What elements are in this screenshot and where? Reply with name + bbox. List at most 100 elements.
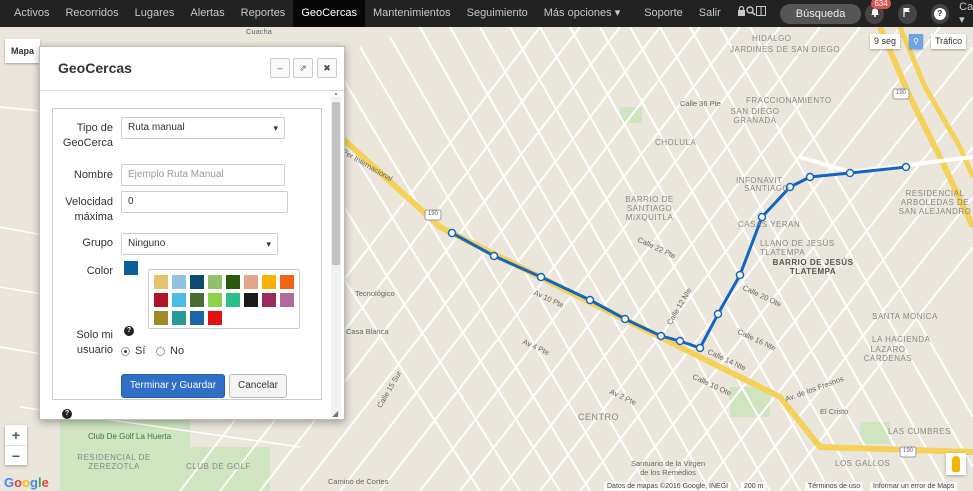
palette-color-6[interactable] [244,275,258,289]
label-santiago: SANTIAGO [744,184,790,193]
resize-handle[interactable]: ◢ [332,409,342,419]
nombre-label: Nombre [73,169,113,181]
label-casas-yeran: CASAS YERAN [738,220,801,229]
scroll-thumb[interactable] [332,102,340,265]
label-club-golf: CLUB DE GOLF [186,462,251,471]
palette-color-20[interactable] [208,311,222,325]
scroll-up-arrow[interactable]: ▲ [332,91,340,97]
pegman-icon [952,456,960,472]
velocidad-input[interactable]: 0 [121,191,288,213]
nombre-input[interactable]: Ejemplo Ruta Manual [121,164,285,186]
nav-seguimiento[interactable]: Seguimiento [459,0,536,27]
nav-activos[interactable]: Activos [0,0,57,27]
nav-mantenimientos[interactable]: Mantenimientos [365,0,459,27]
palette-color-18[interactable] [172,311,186,325]
flag-icon [902,7,912,20]
palette-color-17[interactable] [154,311,168,325]
dialog-body: Tipo de GeoCerca Ruta manual Nombre Ejem… [40,91,344,419]
dialog-scrollbar[interactable]: ▲ [331,91,341,415]
dialog-header[interactable]: GeoCercas – ⇗ ✖ [40,47,344,91]
notification-badge: 634 [871,0,891,9]
palette-color-5[interactable] [226,275,240,289]
palette-color-13[interactable] [226,293,240,307]
nav-lugares[interactable]: Lugares [127,0,183,27]
notifications-button[interactable]: 634 [865,0,891,24]
user-menu[interactable]: Cartografía ▾ [953,1,973,26]
grupo-select[interactable]: Ninguno [121,233,278,255]
label-centro: CENTRO [578,412,619,422]
search-icon[interactable] [746,0,756,27]
palette-color-11[interactable] [190,293,204,307]
label-san-diego-granada: SAN DIEGO GRANADA [730,107,780,125]
close-button[interactable]: ✖ [317,58,337,78]
solo-label: Solo mi usuario [76,329,113,356]
palette-color-3[interactable] [190,275,204,289]
zoom-control: + − [5,425,27,465]
tipo-label: Tipo de GeoCerca [62,122,113,149]
zoom-out-button[interactable]: − [5,445,27,465]
minimize-button[interactable]: – [270,58,290,78]
color-palette [148,269,300,329]
lock-icon[interactable] [737,0,746,27]
label-zerezotla: RESIDENCIAL DE ZEREZOTLA [77,453,151,471]
flag-button[interactable] [897,3,917,24]
street-view-pegman[interactable] [946,453,966,475]
palette-color-19[interactable] [190,311,204,325]
help-icon[interactable]: ? [124,326,134,336]
palette-color-7[interactable] [262,275,276,289]
label-cholula: CHOLULA [655,138,697,147]
palette-color-15[interactable] [262,293,276,307]
palette-color-10[interactable] [172,293,186,307]
palette-color-16[interactable] [280,293,294,307]
palette-color-9[interactable] [154,293,168,307]
palette-color-1[interactable] [154,275,168,289]
pin-icon: ⚲ [913,37,919,46]
park-2 [860,422,890,444]
palette-color-4[interactable] [208,275,222,289]
geocercas-dialog: GeoCercas – ⇗ ✖ Tipo de GeoCerca Ruta ma… [39,46,345,420]
selected-color-swatch[interactable] [124,261,138,275]
nav-geocercas[interactable]: GeoCercas [293,0,365,27]
footer-help-icon[interactable]: ? [62,409,72,419]
traffic-button[interactable]: Tráfico [931,34,967,49]
nav-soporte[interactable]: Soporte [636,0,691,27]
tipo-select[interactable]: Ruta manual [121,117,285,139]
label-barrio-jesus: BARRIO DE JESÚS TLATEMPA [772,258,854,276]
nav-alertas[interactable]: Alertas [182,0,232,27]
nav-reportes[interactable]: Reportes [233,0,294,27]
map-scale: 200 m [741,482,767,491]
nav-mas-opciones[interactable]: Más opciones ▾ [536,0,628,27]
label-santiago-mixquitla: BARRIO DE SANTIAGO MIXQUITLA [625,195,674,222]
question-icon: ? [933,7,946,20]
palette-color-8[interactable] [280,275,294,289]
label-cumbres: LAS CUMBRES [888,427,951,436]
label-golf: Club De Golf La Huerta [88,432,172,441]
terms-link[interactable]: Términos de uso [805,482,864,491]
palette-color-14[interactable] [244,293,258,307]
label-santa-monica: SANTA MONICA [872,312,938,321]
columns-icon[interactable] [755,0,766,27]
refresh-interval-button[interactable]: 9 seg [870,34,901,49]
nav-salir[interactable]: Salir [691,0,729,27]
map-type-tab[interactable]: Mapa [5,39,41,63]
color-label: Color [86,265,113,277]
help-button[interactable]: ? [930,3,950,24]
bell-icon [870,7,880,20]
top-navbar: Activos Recorridos Lugares Alertas Repor… [0,0,973,27]
cancelar-button[interactable]: Cancelar [229,374,287,398]
nav-recorridos[interactable]: Recorridos [57,0,126,27]
zoom-in-button[interactable]: + [5,425,27,445]
road-190-label-c: 190 [903,448,914,454]
no-radio[interactable] [156,347,165,356]
palette-color-2[interactable] [172,275,186,289]
label-cuacha: Cuacha [246,27,272,36]
label-jardines: JARDINES DE SAN DIEGO [730,45,841,54]
busqueda-button[interactable]: Búsqueda [779,3,862,24]
report-error-link[interactable]: Informar un error de Maps [870,482,958,491]
palette-color-12[interactable] [208,293,222,307]
locate-button[interactable]: ⚲ [909,34,923,49]
si-radio[interactable] [121,347,130,356]
label-hidalgo: HIDALGO [752,34,792,43]
terminar-guardar-button[interactable]: Terminar y Guardar [121,374,225,398]
popout-button[interactable]: ⇗ [293,58,313,78]
